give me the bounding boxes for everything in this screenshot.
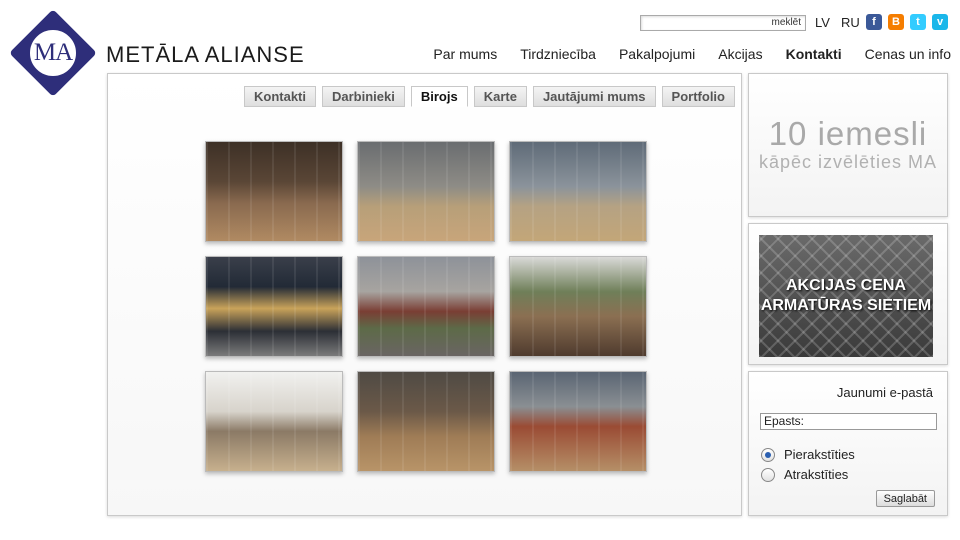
reasons-box[interactable]: 10 iemesli kāpēc izvēlēties MA bbox=[748, 73, 948, 217]
photo-overlay bbox=[358, 257, 494, 356]
nav-item-5[interactable]: Cenas un info bbox=[865, 46, 951, 62]
photo-office-exterior[interactable] bbox=[205, 256, 343, 357]
tab-1[interactable]: Darbinieki bbox=[322, 86, 405, 107]
tab-2[interactable]: Birojs bbox=[410, 86, 468, 107]
photo-overlay bbox=[358, 142, 494, 241]
photo-showroom-window[interactable] bbox=[509, 141, 647, 242]
tab-bar: Kontakti Darbinieki Birojs Karte Jautājumi m… bbox=[244, 86, 735, 107]
unsubscribe-label: Atrakstīties bbox=[784, 467, 849, 482]
nav-item-2[interactable]: Pakalpojumi bbox=[619, 46, 695, 62]
save-button[interactable]: Saglabāt bbox=[875, 490, 935, 507]
logo-text: MA bbox=[28, 28, 78, 78]
tab-4[interactable]: Jautājumi mums bbox=[532, 86, 656, 107]
photo-showroom-displays[interactable] bbox=[357, 141, 495, 242]
reasons-subtitle: kāpēc izvēlēties MA bbox=[758, 152, 938, 172]
photo-overlay bbox=[206, 372, 342, 471]
reasons-title: 10 iemesli bbox=[768, 115, 928, 152]
promo-line1: AKCIJAS CENA bbox=[785, 277, 906, 294]
photo-showroom-stairs[interactable] bbox=[205, 141, 343, 242]
unsubscribe-option[interactable]: Atrakstīties bbox=[761, 467, 848, 482]
nav-item-0[interactable]: Par mums bbox=[433, 46, 497, 62]
vimeo-icon[interactable]: v bbox=[932, 14, 948, 30]
photo-overlay bbox=[206, 257, 342, 356]
photo-overlay bbox=[358, 372, 494, 471]
nav-item-1[interactable]: Tirdzniecība bbox=[520, 46, 596, 62]
subscribe-option[interactable]: Pierakstīties bbox=[761, 447, 855, 462]
photo-office-desk[interactable] bbox=[205, 371, 343, 472]
promo-line2: ARMATŪRAS SIETIEM bbox=[760, 297, 932, 314]
twitter-icon[interactable]: t bbox=[910, 14, 926, 30]
brand-name: METĀLA ALIANSE bbox=[106, 42, 305, 67]
promo-box: AKCIJAS CENA ARMATŪRAS SIETIEM bbox=[748, 223, 948, 365]
photo-overlay bbox=[206, 142, 342, 241]
search-input[interactable]: meklēt bbox=[640, 15, 806, 31]
tab-0[interactable]: Kontakti bbox=[244, 86, 316, 107]
tab-3[interactable]: Karte bbox=[473, 86, 527, 107]
unsubscribe-radio[interactable] bbox=[761, 467, 775, 482]
nav-item-4[interactable]: Kontakti bbox=[786, 46, 842, 62]
search-button[interactable]: meklēt bbox=[772, 17, 801, 28]
main-panel: Kontakti Darbinieki Birojs Karte Jautājumi m… bbox=[107, 73, 742, 516]
photo-overlay bbox=[510, 257, 646, 356]
photo-showroom-corner[interactable] bbox=[509, 371, 647, 472]
subscribe-radio[interactable] bbox=[761, 447, 775, 462]
tab-5[interactable]: Portfolio bbox=[661, 86, 735, 107]
newsletter-title: Jaunumi e-pastā bbox=[836, 385, 933, 400]
subscribe-label: Pierakstīties bbox=[784, 447, 855, 462]
photo-overlay bbox=[510, 372, 646, 471]
blogger-icon[interactable]: B bbox=[888, 14, 904, 30]
promo-banner[interactable]: AKCIJAS CENA ARMATŪRAS SIETIEM bbox=[759, 235, 933, 357]
nav-item-3[interactable]: Akcijas bbox=[718, 46, 762, 62]
lang-lv[interactable]: LV bbox=[815, 15, 830, 30]
photo-showroom-racks[interactable] bbox=[357, 371, 495, 472]
email-field[interactable]: Epasts: bbox=[760, 413, 937, 430]
newsletter-box: Jaunumi e-pastā Epasts: Pierakstīties At… bbox=[748, 371, 948, 516]
photo-roofing-samples[interactable] bbox=[357, 256, 495, 357]
facebook-icon[interactable]: f bbox=[866, 14, 882, 30]
photo-house-display[interactable] bbox=[509, 256, 647, 357]
logo[interactable]: MA bbox=[8, 8, 98, 98]
photo-gallery bbox=[205, 141, 647, 472]
photo-overlay bbox=[510, 142, 646, 241]
main-nav: Par mums Tirdzniecība Pakalpojumi Akcijas Ko… bbox=[433, 46, 951, 62]
lang-ru[interactable]: RU bbox=[841, 15, 860, 30]
